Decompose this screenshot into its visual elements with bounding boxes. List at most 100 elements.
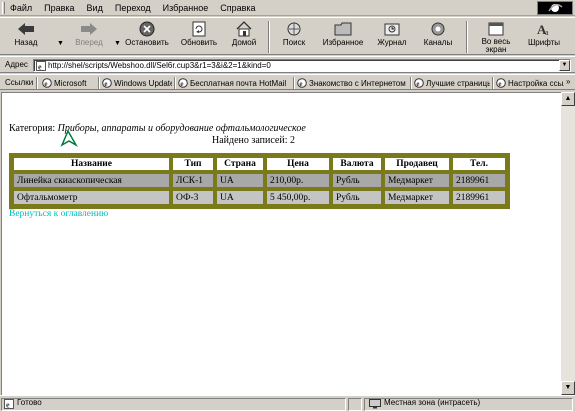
scroll-down-icon[interactable]: ▼: [561, 381, 575, 395]
ie-page-icon: e: [178, 78, 188, 88]
links-overflow-icon[interactable]: »: [566, 77, 570, 86]
ie-page-icon: e: [496, 78, 506, 88]
back-dropdown-icon[interactable]: ▼: [57, 40, 64, 47]
address-dropdown-icon[interactable]: ▼: [559, 60, 570, 71]
column-header-type: Тип: [172, 157, 214, 171]
menu-file[interactable]: Файл: [10, 2, 32, 14]
status-bar: e Готово Местная зона (интрасеть): [0, 395, 575, 411]
link-label: Бесплатная почта HotMail: [190, 78, 287, 88]
link-label: Windows Update: [114, 78, 172, 88]
refresh-label: Обновить: [180, 38, 218, 47]
column-header-country: Страна: [216, 157, 264, 171]
svg-text:e: e: [416, 80, 419, 88]
forward-arrow-icon: [79, 20, 99, 38]
toolbar-separator: [268, 21, 270, 53]
fullscreen-button[interactable]: Во весь экран: [472, 20, 520, 54]
home-icon: [234, 20, 254, 38]
ie-page-icon: e: [102, 78, 112, 88]
history-label: Журнал: [377, 38, 407, 47]
forward-dropdown-icon[interactable]: ▼: [114, 40, 121, 47]
ie-page-icon: e: [297, 78, 307, 88]
links-separator: [98, 77, 100, 89]
back-label: Назад: [14, 38, 38, 47]
results-table: Название Тип Страна Цена Валюта Продавец…: [9, 153, 510, 209]
column-header-currency: Валюта: [332, 157, 382, 171]
favorites-button[interactable]: Избранное: [318, 20, 368, 54]
column-header-name: Название: [13, 157, 170, 171]
column-header-seller: Продавец: [384, 157, 450, 171]
table-row: Офтальмометр ОФ-3 UA 5 450,00р. Рубль Ме…: [13, 190, 506, 205]
favorites-folder-icon: [333, 20, 353, 38]
fonts-button[interactable]: Aa Шрифты: [524, 20, 564, 54]
link-intro-internet[interactable]: e Знакомство с Интернетом: [297, 77, 409, 89]
stop-icon: [137, 20, 157, 38]
history-button[interactable]: Журнал: [372, 20, 412, 54]
back-button[interactable]: Назад: [6, 20, 46, 54]
menu-help[interactable]: Справка: [220, 2, 255, 14]
stop-button[interactable]: Остановить: [122, 20, 172, 54]
page-viewport: Категория: Приборы, аппараты и оборудова…: [1, 92, 561, 395]
svg-text:e: e: [38, 63, 42, 72]
links-bar: Ссылки e Microsoft e Windows Update e Бе…: [0, 74, 575, 90]
home-button[interactable]: Домой: [226, 20, 262, 54]
channels-icon: [428, 20, 448, 38]
home-label: Домой: [231, 38, 257, 47]
cell-phone: 2189961: [452, 173, 506, 188]
link-label: Лучшие страницы: [426, 78, 490, 88]
menu-go[interactable]: Переход: [115, 2, 151, 14]
back-to-contents-link[interactable]: Вернуться к оглавлению: [9, 209, 108, 219]
scroll-up-icon[interactable]: ▲: [561, 92, 575, 106]
svg-text:e: e: [104, 80, 107, 88]
fonts-label: Шрифты: [527, 38, 561, 47]
svg-text:e: e: [299, 80, 302, 88]
address-url: http://shel/scripts/Webshoo.dll/Sel6r.cu…: [48, 61, 271, 70]
cell-type: ЛСК-1: [172, 173, 214, 188]
cell-currency: Рубль: [332, 173, 382, 188]
records-found: Найдено записей: 2: [212, 135, 295, 146]
status-zone-text: Местная зона (интрасеть): [384, 398, 481, 407]
address-bar: Адрес e http://shel/scripts/Webshoo.dll/…: [0, 56, 575, 73]
search-label: Поиск: [282, 38, 306, 47]
menu-edit[interactable]: Правка: [44, 2, 74, 14]
cell-name: Линейка скиаскопическая: [13, 173, 170, 188]
cell-phone: 2189961: [452, 190, 506, 205]
link-customize-links[interactable]: e Настройка ссылок: [496, 77, 564, 89]
toolbar-separator: [466, 21, 468, 53]
svg-text:e: e: [180, 80, 183, 88]
search-button[interactable]: Поиск: [276, 20, 312, 54]
cell-country: UA: [216, 190, 264, 205]
channels-label: Каналы: [423, 38, 453, 47]
menu-bar: Файл Правка Вид Переход Избранное Справк…: [0, 0, 575, 16]
vertical-scrollbar[interactable]: ▲ ▼: [561, 92, 575, 395]
forward-button[interactable]: Вперед: [68, 20, 110, 54]
category-value: Приборы, аппараты и оборудование офтальм…: [57, 123, 306, 134]
links-label: Ссылки: [5, 78, 34, 87]
links-separator: [492, 77, 494, 89]
links-separator: [293, 77, 295, 89]
ie-page-icon: e: [4, 399, 14, 409]
link-best-pages[interactable]: e Лучшие страницы: [414, 77, 490, 89]
intranet-zone-icon: [369, 399, 381, 409]
cell-country: UA: [216, 173, 264, 188]
link-hotmail[interactable]: e Бесплатная почта HotMail: [178, 77, 292, 89]
cell-currency: Рубль: [332, 190, 382, 205]
address-label: Адрес: [5, 60, 28, 69]
cell-name: Офтальмометр: [13, 190, 170, 205]
menu-grip: [2, 2, 5, 14]
history-icon: [382, 20, 402, 38]
link-label: Настройка ссылок: [508, 78, 564, 88]
back-arrow-icon: [16, 20, 36, 38]
svg-text:e: e: [44, 80, 47, 88]
favorites-label: Избранное: [322, 38, 364, 47]
menu-favorites[interactable]: Избранное: [163, 2, 209, 14]
address-field[interactable]: e http://shel/scripts/Webshoo.dll/Sel6r.…: [33, 59, 571, 72]
link-windows-update[interactable]: e Windows Update: [102, 77, 172, 89]
links-separator: [410, 77, 412, 89]
link-label: Microsoft: [54, 78, 87, 88]
channels-button[interactable]: Каналы: [418, 20, 458, 54]
refresh-button[interactable]: Обновить: [176, 20, 222, 54]
link-microsoft[interactable]: e Microsoft: [42, 77, 98, 89]
fullscreen-label: Во весь экран: [481, 37, 511, 54]
cell-seller: Медмаркет: [384, 190, 450, 205]
menu-view[interactable]: Вид: [87, 2, 103, 14]
